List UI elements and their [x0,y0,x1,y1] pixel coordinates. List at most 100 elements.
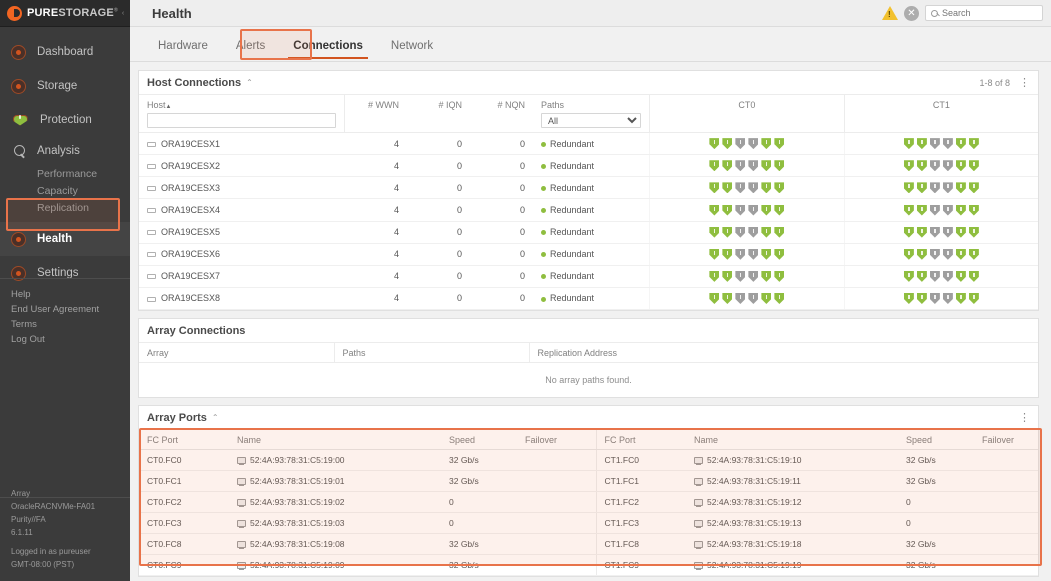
port-shield-icon [968,182,979,194]
port-shield-icon [942,248,953,260]
column-name-left[interactable]: Name [229,430,441,450]
brand-logo[interactable]: PURESTORAGE® ‹ [0,0,130,27]
kebab-menu-icon[interactable]: ⋮ [1019,412,1030,423]
search-box[interactable] [925,5,1043,21]
table-row[interactable]: ORA19CESX2 4 0 0 Redundant [139,154,1038,178]
table-row[interactable]: CT0.FC2 52:4A:93:78:31:C5:19:02 0 CT1.FC2 52… [139,491,1038,513]
cell-failover-right [974,449,1038,471]
cell-iqn-count: 0 [407,221,470,244]
port-shield-icon [761,204,772,216]
sidebar-item-dashboard[interactable]: Dashboard [0,35,130,69]
column-nqn[interactable]: # NQN [470,95,533,133]
array-connections-body: No array paths found. [139,363,1038,398]
port-shield-icon [903,204,914,216]
cell-ct1-ports [843,265,1038,288]
table-row[interactable]: ORA19CESX3 4 0 0 Redundant [139,176,1038,200]
chevron-up-icon[interactable]: ⌃ [212,413,219,422]
table-row[interactable]: ORA19CESX1 4 0 0 Redundant [139,132,1038,156]
port-shield-icon [916,293,927,304]
cell-ct1-ports [843,154,1038,178]
port-shield-icon [709,138,720,150]
port-shield-icon [761,138,772,150]
column-host[interactable]: Host▲ [139,95,345,133]
sidebar-link-eula[interactable]: End User Agreement [0,302,130,317]
cell-name-right: 52:4A:93:78:31:C5:19:12 [686,491,898,513]
collapse-caret-icon[interactable]: ‹ [122,10,124,17]
tab-network[interactable]: Network [377,40,447,61]
chevron-up-icon[interactable]: ⌃ [246,78,253,87]
column-array[interactable]: Array [139,343,335,363]
sidebar-subitem-performance[interactable]: Performance [0,165,130,182]
purity-label: Purity//FA [11,515,46,524]
column-wwn[interactable]: # WWN [344,95,407,133]
column-paths[interactable]: Paths All [533,95,650,133]
cell-speed-right: 0 [898,491,974,513]
sidebar-item-protection[interactable]: Protection [0,103,130,137]
column-speed-left[interactable]: Speed [441,430,517,450]
cell-name-right: 52:4A:93:78:31:C5:19:10 [686,449,898,471]
sidebar-link-help[interactable]: Help [0,287,130,302]
tab-alerts[interactable]: Alerts [222,40,279,61]
table-row[interactable]: CT0.FC0 52:4A:93:78:31:C5:19:00 32 Gb/s CT1… [139,449,1038,471]
cell-host: ORA19CESX1 [139,132,344,156]
port-shield-icon [929,293,940,304]
column-failover-left[interactable]: Failover [517,430,596,450]
column-iqn[interactable]: # IQN [407,95,470,133]
cell-host: ORA19CESX3 [139,176,344,200]
column-failover-right[interactable]: Failover [974,430,1038,450]
wwn-port-icon [694,520,703,529]
sidebar-item-analysis[interactable]: Analysis [0,137,130,165]
port-shield-icon [722,293,733,304]
cell-nqn-count: 0 [470,198,533,222]
port-shield-icon [968,248,979,260]
wwn-port-icon [694,457,703,466]
kebab-menu-icon[interactable]: ⋮ [1019,77,1030,88]
search-input[interactable] [942,8,1037,18]
host-connections-panel: Host Connections ⌃ 1-8 of 8 ⋮ Host▲ # WW… [138,70,1039,311]
column-speed-right[interactable]: Speed [898,430,974,450]
column-name-right[interactable]: Name [686,430,898,450]
host-filter-input[interactable] [147,113,336,128]
page-title: Health [152,5,192,21]
column-fc-port-left[interactable]: FC Port [139,430,229,450]
sidebar-item-storage[interactable]: Storage [0,69,130,103]
cell-failover-left [517,533,596,555]
table-row[interactable]: CT0.FC8 52:4A:93:78:31:C5:19:08 32 Gb/s CT1… [139,533,1038,555]
table-row[interactable]: ORA19CESX8 4 0 0 Redundant [139,287,1038,311]
warning-icon[interactable]: ! [882,6,898,20]
cell-nqn-count: 0 [470,176,533,200]
brand-name: PURESTORAGE® [27,7,118,19]
host-icon [147,230,156,236]
sidebar-subitem-replication[interactable]: Replication [0,199,130,216]
port-shield-icon [955,293,966,304]
table-row[interactable]: ORA19CESX4 4 0 0 Redundant [139,198,1038,222]
paths-filter-select[interactable]: All [541,113,641,128]
close-icon[interactable]: ✕ [904,5,919,21]
tab-hardware[interactable]: Hardware [144,40,222,61]
cell-iqn-count: 0 [407,154,470,178]
sidebar-subitem-capacity[interactable]: Capacity [0,182,130,199]
column-paths[interactable]: Paths [334,343,530,363]
table-row[interactable]: ORA19CESX5 4 0 0 Redundant [139,221,1038,244]
sidebar-link-logout[interactable]: Log Out [0,332,130,347]
table-row[interactable]: ORA19CESX6 4 0 0 Redundant [139,243,1038,266]
wwn-port-icon [237,457,246,466]
port-shield-icon [903,270,914,282]
sidebar-nav: Dashboard Storage Protection Analysis Pe… [0,27,130,290]
cell-wwn-count: 4 [344,132,407,156]
sidebar-link-terms[interactable]: Terms [0,317,130,332]
sidebar-item-label: Dashboard [37,46,94,58]
tab-connections[interactable]: Connections [279,40,377,61]
column-fc-port-right[interactable]: FC Port [595,430,686,450]
array-connections-table: Array Paths Replication Address No array… [139,343,1038,397]
sidebar-item-health[interactable]: Health [0,222,130,256]
host-connections-header-actions: 1-8 of 8 ⋮ [979,77,1030,88]
table-row[interactable]: CT0.FC3 52:4A:93:78:31:C5:19:03 0 CT1.FC3 52… [139,512,1038,534]
table-row[interactable]: CT0.FC1 52:4A:93:78:31:C5:19:01 32 Gb/s CT1… [139,470,1038,492]
column-replication-address[interactable]: Replication Address [529,343,1038,363]
port-shield-icon [761,270,772,282]
table-row[interactable]: CT0.FC9 52:4A:93:78:31:C5:19:09 32 Gb/s CT1… [139,554,1038,576]
cell-paths: Redundant [533,154,650,178]
table-row[interactable]: ORA19CESX7 4 0 0 Redundant [139,265,1038,288]
trademark-symbol: ® [113,7,118,14]
